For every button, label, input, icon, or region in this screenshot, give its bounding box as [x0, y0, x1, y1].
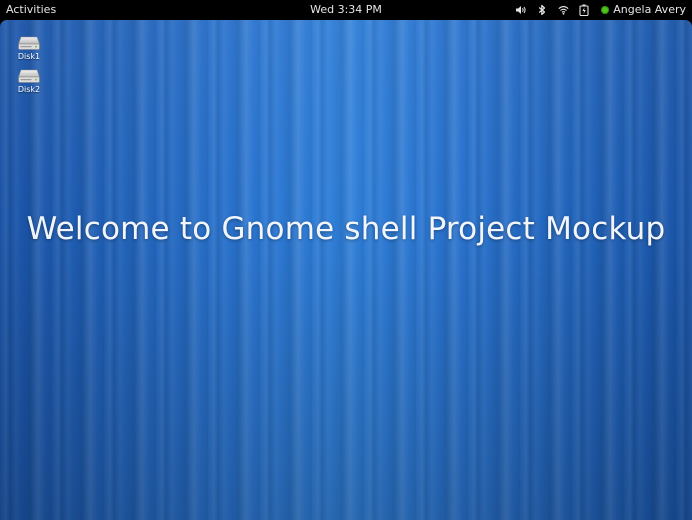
desktop-icon-disk2[interactable]: Disk2	[12, 69, 46, 94]
desktop-icon-label: Disk2	[17, 85, 41, 94]
bluetooth-icon[interactable]	[536, 0, 548, 20]
wifi-icon[interactable]	[557, 0, 569, 20]
screen: Activities Wed 3:34 PM Angela Avery Disk…	[0, 0, 692, 520]
battery-icon[interactable]	[578, 0, 590, 20]
clock[interactable]: Wed 3:34 PM	[310, 3, 382, 16]
disk-icon	[18, 36, 40, 50]
top-panel: Activities Wed 3:34 PM Angela Avery	[0, 0, 692, 20]
presence-status-icon	[601, 6, 610, 14]
user-name: Angela Avery	[613, 3, 686, 16]
desktop: Disk1 Disk2 Welcome to Gnome shell Proje…	[0, 20, 692, 520]
activities-button[interactable]: Activities	[6, 0, 56, 20]
desktop-icon-disk1[interactable]: Disk1	[12, 36, 46, 61]
disk-icon	[18, 69, 40, 83]
desktop-icon-label: Disk1	[17, 52, 41, 61]
status-area: Angela Avery	[515, 0, 686, 20]
welcome-heading: Welcome to Gnome shell Project Mockup	[26, 211, 666, 247]
volume-icon[interactable]	[515, 0, 527, 20]
user-menu[interactable]: Angela Avery	[601, 0, 686, 20]
